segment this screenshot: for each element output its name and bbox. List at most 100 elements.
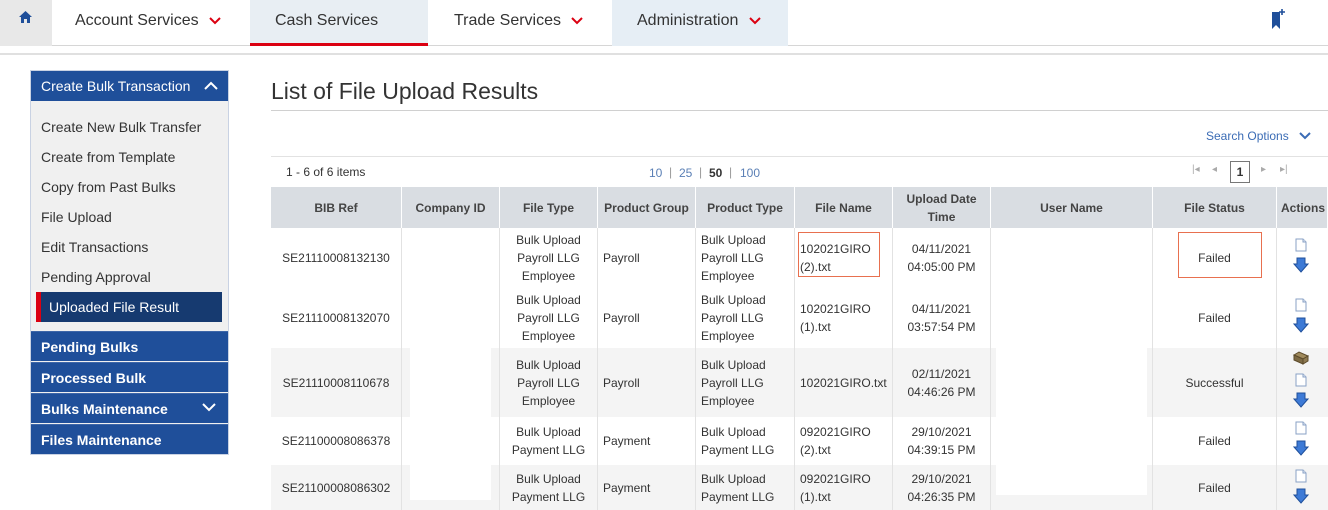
sidebar-item-edit-transactions[interactable]: Edit Transactions: [41, 239, 148, 255]
last-page-icon[interactable]: ▸|: [1280, 164, 1288, 175]
sidebar-header-label: Create Bulk Transaction: [41, 78, 191, 94]
download-arrow-icon[interactable]: [1293, 392, 1309, 408]
text-line: 03:57:54 PM: [907, 320, 976, 334]
cell-file-type: Bulk Upload Payment LLG: [500, 417, 598, 465]
text-line: 04:39:15 PM: [907, 443, 976, 457]
sidebar-header-create-bulk-transaction[interactable]: Create Bulk Transaction: [31, 71, 228, 101]
sidebar-item-pending-approval[interactable]: Pending Approval: [41, 269, 151, 285]
sidebar-item-create-new-bulk-transfer[interactable]: Create New Bulk Transfer: [41, 119, 201, 135]
divider: [271, 156, 1328, 157]
nav-tab-label: Cash Services: [275, 12, 379, 29]
page-size-10[interactable]: 10: [649, 166, 662, 180]
text-line: Bulk Upload: [701, 233, 766, 247]
archive-box-icon[interactable]: [1293, 351, 1309, 365]
cell-file-name: 102021GIRO (1).txt: [795, 288, 893, 348]
text-line: 04/11/2021: [911, 242, 972, 256]
bookmark-add-icon[interactable]: [1271, 8, 1285, 30]
text-line: Employee: [701, 393, 755, 408]
text-line: Employee: [521, 393, 576, 408]
cell-product-type: Bulk Upload Payment LLG: [696, 465, 795, 510]
cell-product-type: Bulk Upload Payroll LLG Employee: [696, 228, 795, 288]
sidebar-item-uploaded-file-result[interactable]: Uploaded File Result: [36, 292, 222, 322]
cell-upload-date-time: 04/11/2021 03:57:54 PM: [893, 288, 991, 348]
next-page-icon[interactable]: ▸: [1261, 164, 1266, 175]
sidebar-section-label: Files Maintenance: [41, 432, 162, 448]
column-header-file-name[interactable]: File Name: [795, 187, 893, 228]
cell-bib-ref: SE21100008086378: [271, 417, 402, 465]
text-line: (1).txt: [800, 320, 831, 334]
chevron-down-icon: [209, 17, 221, 25]
cell-file-type: Bulk Upload Payroll LLG Employee: [500, 288, 598, 348]
text-line: 102021GIRO: [800, 302, 871, 316]
nav-tab-account-services[interactable]: Account Services: [52, 0, 250, 46]
column-header-file-type[interactable]: File Type: [500, 187, 598, 228]
text-line: Payroll LLG: [517, 311, 580, 325]
cell-product-type: Bulk Upload Payment LLG: [696, 417, 795, 465]
column-header-file-status[interactable]: File Status: [1153, 187, 1277, 228]
cell-file-status: Failed: [1153, 417, 1277, 465]
column-header-company-id[interactable]: Company ID: [402, 187, 500, 228]
download-arrow-icon[interactable]: [1293, 440, 1309, 456]
sidebar-section-files-maintenance[interactable]: Files Maintenance: [31, 424, 228, 454]
column-header-product-group[interactable]: Product Group: [598, 187, 696, 228]
text-line: Bulk Upload: [701, 425, 766, 439]
sidebar-item-create-from-template[interactable]: Create from Template: [41, 149, 175, 165]
download-arrow-icon[interactable]: [1293, 317, 1309, 333]
cell-bib-ref: SE21100008086302: [271, 465, 402, 510]
text-line: Payroll LLG: [701, 251, 764, 265]
document-icon[interactable]: [1295, 373, 1307, 387]
column-header-user-name[interactable]: User Name: [991, 187, 1153, 228]
text-line: Bulk Upload: [701, 471, 766, 486]
text-line: Bulk Upload: [516, 293, 581, 307]
page-size-25[interactable]: 25: [679, 166, 692, 180]
text-line: Employee: [521, 329, 576, 343]
column-header-bib-ref[interactable]: BIB Ref: [271, 187, 402, 228]
text-line: 29/10/2021: [911, 425, 972, 439]
sidebar-item-label: Uploaded File Result: [49, 299, 179, 315]
text-line: Employee: [521, 269, 576, 283]
divider: [0, 53, 1328, 55]
sidebar-section-processed-bulk[interactable]: Processed Bulk: [31, 362, 228, 392]
document-icon[interactable]: [1295, 298, 1307, 312]
page-size-100[interactable]: 100: [740, 166, 760, 180]
sidebar-section-pending-bulks[interactable]: Pending Bulks: [31, 331, 228, 361]
document-icon[interactable]: [1295, 238, 1307, 252]
sidebar-item-copy-from-past-bulks[interactable]: Copy from Past Bulks: [41, 179, 176, 195]
sidebar-section-bulks-maintenance[interactable]: Bulks Maintenance: [31, 393, 228, 423]
nav-tab-trade-services[interactable]: Trade Services: [428, 0, 612, 46]
column-header-product-type[interactable]: Product Type: [696, 187, 795, 228]
highlight-box-file-status: [1178, 232, 1262, 278]
cell-file-name: 092021GIRO (1).txt: [795, 465, 893, 510]
first-page-icon[interactable]: |◂: [1192, 164, 1200, 175]
home-button[interactable]: [0, 0, 52, 46]
current-page[interactable]: 1: [1230, 161, 1250, 183]
text-line: 04/11/2021: [911, 302, 972, 316]
cell-file-type: Bulk Upload Payroll LLG Employee: [500, 228, 598, 288]
nav-tab-administration[interactable]: Administration: [612, 0, 788, 46]
text-line: Payment LLG: [701, 443, 775, 457]
text-line: 04:05:00 PM: [907, 260, 976, 274]
cell-upload-date-time: 29/10/2021 04:26:35 PM: [893, 465, 991, 510]
text-line: Bulk Upload: [516, 471, 581, 486]
separator: |: [729, 165, 733, 179]
document-icon[interactable]: [1295, 421, 1307, 435]
sidebar-item-file-upload[interactable]: File Upload: [41, 209, 112, 225]
redaction-mask: [410, 247, 491, 500]
download-arrow-icon[interactable]: [1293, 488, 1309, 504]
page-size-50[interactable]: 50: [709, 166, 722, 180]
download-arrow-icon[interactable]: [1293, 257, 1309, 273]
text-line: Bulk Upload: [516, 425, 581, 439]
text-line: 29/10/2021: [911, 471, 972, 486]
text-line: (2).txt: [800, 443, 831, 457]
text-line: Payroll LLG: [701, 375, 764, 390]
text-line: Bulk Upload: [701, 293, 766, 307]
prev-page-icon[interactable]: ◂: [1212, 164, 1217, 175]
column-header-upload-date-time[interactable]: Upload Date Time: [893, 187, 991, 228]
nav-tab-cash-services[interactable]: Cash Services: [250, 0, 428, 46]
document-icon[interactable]: [1295, 469, 1307, 483]
chevron-down-icon[interactable]: [1299, 132, 1311, 140]
cell-file-type: Bulk Upload Payroll LLG Employee: [500, 348, 598, 417]
sidebar-section-label: Pending Bulks: [41, 339, 139, 355]
text-line: Bulk Upload: [516, 233, 581, 247]
search-options-link[interactable]: Search Options: [1206, 129, 1289, 143]
